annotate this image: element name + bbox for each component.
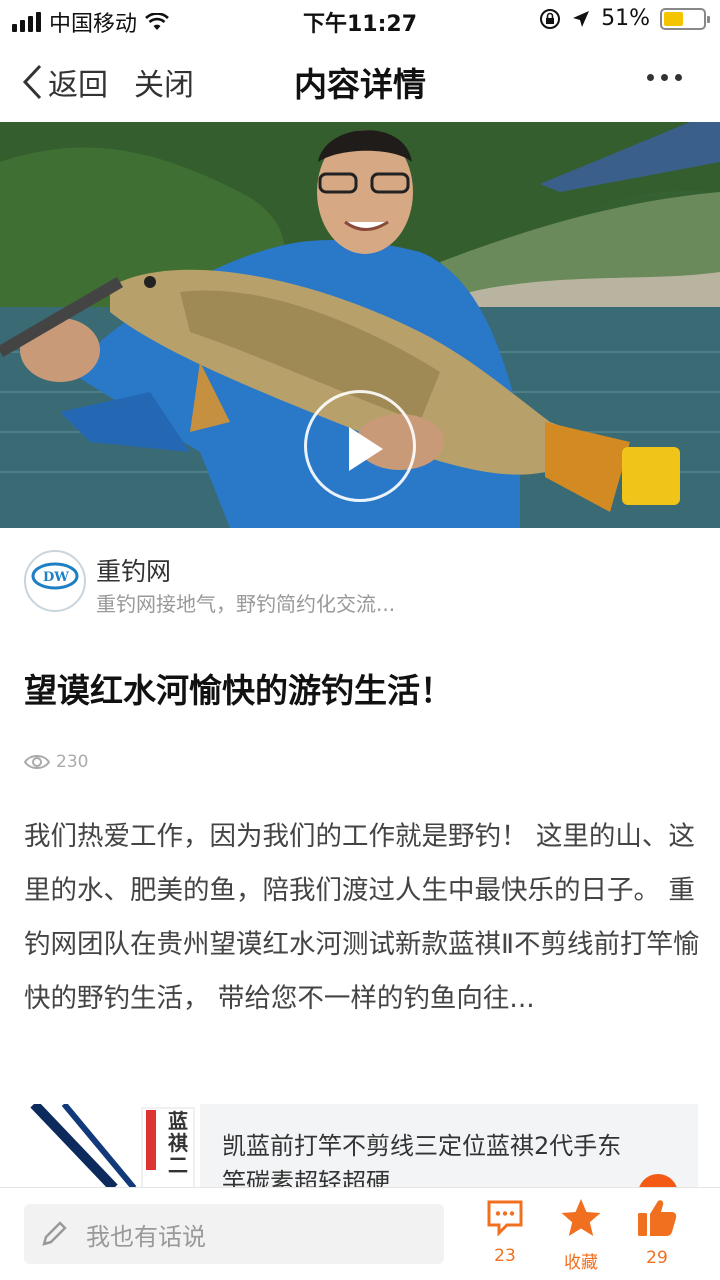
comment-input[interactable]: 我也有话说 bbox=[24, 1204, 444, 1264]
eye-icon bbox=[24, 755, 50, 769]
pencil-icon bbox=[42, 1221, 67, 1246]
view-count-value: 230 bbox=[56, 752, 89, 772]
location-icon bbox=[573, 10, 590, 27]
author-row[interactable]: DW 重钓网 重钓网接地气，野钓简约化交流... bbox=[24, 548, 704, 618]
favorite-label: 收藏 bbox=[564, 1253, 598, 1273]
related-product-thumbnail: 蓝祺二 bbox=[24, 1104, 200, 1188]
bottom-bar: 我也有话说 23 收藏 29 bbox=[0, 1187, 720, 1280]
favorite-button[interactable]: 收藏 bbox=[546, 1198, 616, 1273]
article-body: 我们热爱工作，因为我们的工作就是野钓！ 这里的山、这里的水、肥美的鱼，陪我们渡过… bbox=[24, 821, 700, 1014]
star-icon bbox=[561, 1199, 601, 1236]
play-button[interactable] bbox=[304, 390, 416, 502]
arrow-right-icon[interactable] bbox=[638, 1174, 678, 1188]
nav-bar: 返回 关闭 内容详情 bbox=[0, 44, 720, 120]
likes-count: 29 bbox=[646, 1248, 668, 1268]
close-button[interactable]: 关闭 bbox=[134, 60, 194, 104]
rotation-lock-icon bbox=[540, 8, 561, 29]
back-button[interactable]: 返回 bbox=[20, 60, 108, 104]
view-count: 230 bbox=[24, 752, 88, 772]
related-product-card[interactable]: 蓝祺二 凯蓝前打竿不剪线三定位蓝祺2代手东竿碳素超轻超硬 bbox=[24, 1104, 698, 1188]
battery-percent: 51% bbox=[601, 6, 650, 31]
chevron-left-icon bbox=[22, 64, 42, 100]
author-name[interactable]: 重钓网 bbox=[96, 552, 171, 588]
svg-text:DW: DW bbox=[43, 570, 69, 585]
thumbs-up-icon bbox=[638, 1200, 677, 1236]
author-avatar[interactable]: DW bbox=[24, 550, 86, 612]
like-button[interactable]: 29 bbox=[622, 1198, 692, 1268]
battery-icon bbox=[660, 7, 710, 30]
comments-button[interactable]: 23 bbox=[470, 1198, 540, 1266]
related-thumb-label: 蓝祺二 bbox=[168, 1109, 188, 1177]
comments-count: 23 bbox=[494, 1246, 516, 1266]
comment-bubble-icon bbox=[487, 1200, 523, 1237]
related-product-title[interactable]: 凯蓝前打竿不剪线三定位蓝祺2代手东竿碳素超轻超硬 bbox=[222, 1128, 642, 1188]
back-label: 返回 bbox=[48, 68, 108, 103]
battery-level bbox=[664, 11, 684, 26]
more-menu-button[interactable] bbox=[647, 74, 682, 81]
comment-placeholder: 我也有话说 bbox=[86, 1222, 206, 1251]
article-title: 望谟红水河愉快的游钓生活！ bbox=[24, 671, 453, 710]
video-player[interactable] bbox=[0, 122, 720, 528]
status-bar: 中国移动 下午11:27 51% bbox=[0, 0, 720, 40]
page-title: 内容详情 bbox=[294, 65, 426, 104]
author-logo: DW bbox=[31, 562, 79, 590]
author-description: 重钓网接地气，野钓简约化交流... bbox=[96, 592, 396, 616]
status-right: 51% bbox=[539, 6, 710, 31]
